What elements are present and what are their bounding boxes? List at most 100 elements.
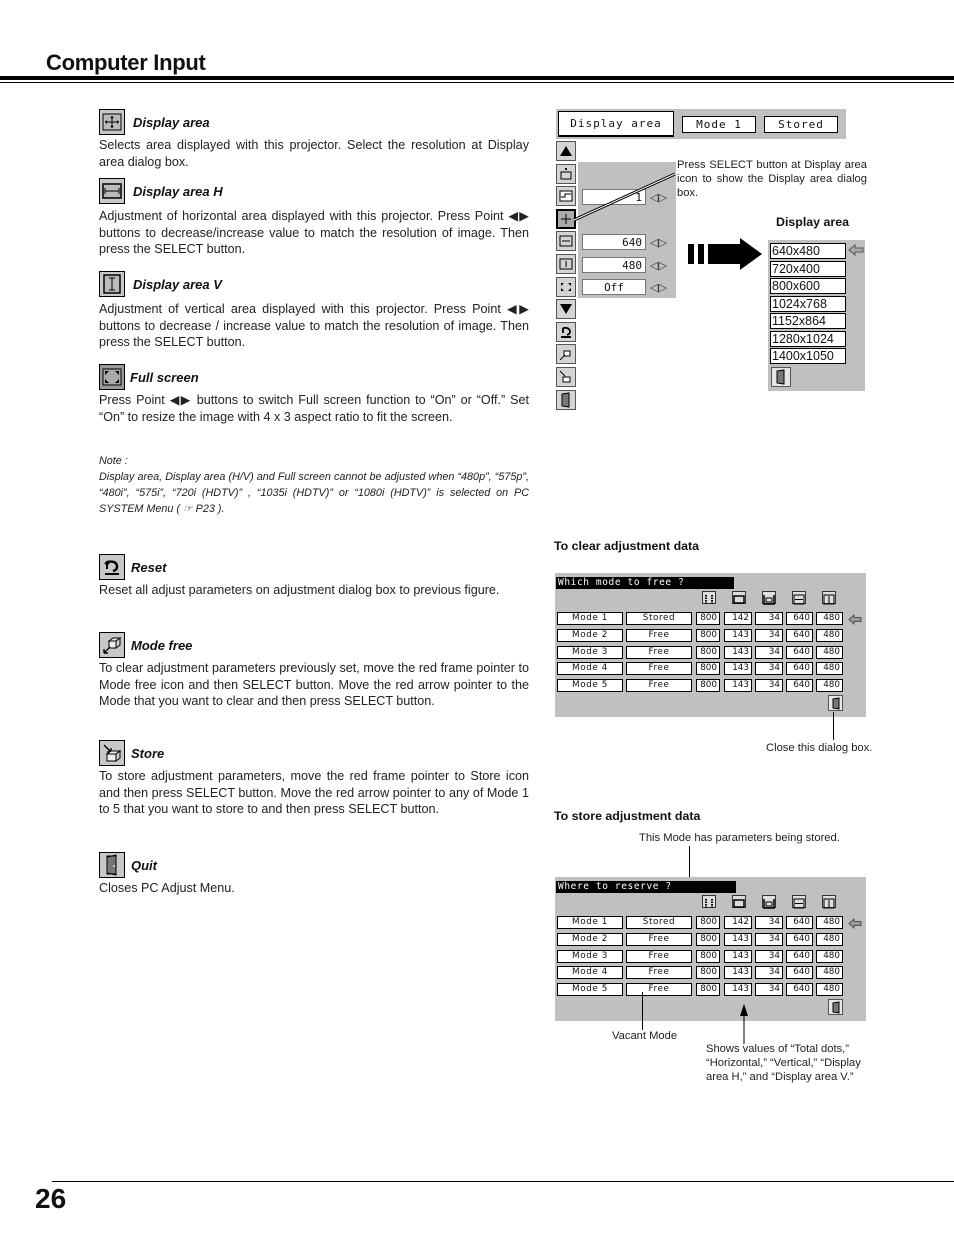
section-title: Display area: [133, 114, 210, 130]
horizontal-icon: [732, 591, 746, 604]
mode-value: 143: [724, 645, 752, 659]
section-text: Selects area displayed with this project…: [99, 138, 529, 169]
mode-value: 143: [724, 949, 752, 963]
mode-value: 143: [724, 662, 752, 676]
resolution-option[interactable]: 1024x768: [770, 295, 846, 312]
section-display-area: Display area Selects area displayed with…: [99, 109, 529, 170]
pointer-arrow-icon: [848, 244, 864, 256]
scroll-down-icon[interactable]: [556, 299, 576, 320]
quit-dialog-icon[interactable]: [828, 695, 843, 711]
pointer-arrow-icon: [848, 916, 862, 934]
quit-icon: [99, 852, 125, 878]
lr-arrows-icon[interactable]: ◁▷: [650, 234, 670, 250]
quit-menu-icon[interactable]: [556, 389, 576, 410]
section-reset: Reset Reset all adjust parameters on adj…: [99, 554, 529, 599]
mode-value: 640: [786, 679, 813, 693]
display-area-h-icon: [792, 895, 806, 909]
section-title: Display area H: [133, 183, 223, 199]
mode-label[interactable]: Mode 1: [557, 916, 623, 929]
dialog-title: Which mode to free ?: [556, 577, 734, 589]
section-title: Mode free: [131, 637, 193, 653]
section-display-area-v: Display area V Adjustment of vertical ar…: [99, 271, 529, 351]
section-text: Adjustment of horizontal area displayed …: [99, 209, 529, 256]
lr-arrows-icon[interactable]: ◁▷: [650, 279, 670, 295]
vacant-caption: Vacant Mode: [612, 1030, 678, 1042]
reset-menu-icon[interactable]: [556, 321, 576, 342]
tab-display-area[interactable]: Display area: [558, 111, 674, 137]
resolution-option[interactable]: 800x600: [770, 278, 846, 294]
section-display-area-h: Display area H Adjustment of horizontal …: [99, 178, 529, 258]
mode-value: 142: [724, 612, 752, 625]
mode-value: 34: [755, 645, 783, 659]
menu-callout: Press SELECT button at Display area icon…: [677, 159, 867, 199]
mode-label[interactable]: Mode 4: [557, 662, 623, 676]
total-dots-icon: [702, 591, 716, 604]
full-screen-menu-icon[interactable]: [556, 276, 576, 297]
mode-label[interactable]: Mode 3: [557, 645, 623, 659]
mode-value: 480: [816, 612, 843, 625]
section-store: Store To store adjustment parameters, mo…: [99, 740, 529, 818]
note: Note : Display area, Display area (H/V) …: [99, 453, 529, 517]
mode-value: 34: [755, 949, 783, 963]
mode-value: 800: [696, 628, 720, 642]
section-title: Full screen: [130, 369, 199, 385]
mode-status: Stored: [626, 916, 692, 929]
clear-heading: To clear adjustment data: [554, 539, 700, 553]
mode-label[interactable]: Mode 4: [557, 966, 623, 980]
display-area-dialog-title: Display area: [776, 215, 850, 229]
section-title: Display area V: [133, 276, 222, 292]
display-area-v-icon: [822, 895, 836, 909]
mode-value: 800: [696, 645, 720, 659]
resolution-option[interactable]: 640x480: [770, 243, 846, 259]
mode-value: 480: [816, 966, 843, 980]
mode-free-icon: [99, 632, 125, 658]
resolution-option[interactable]: 720x400: [770, 260, 846, 277]
mode-value: 480: [816, 916, 843, 929]
full-screen-icon: [99, 364, 125, 390]
full-screen-value: Off: [582, 279, 646, 295]
vertical-icon: [762, 591, 776, 605]
mode-status: Free: [626, 628, 692, 642]
mode-value: 640: [786, 645, 813, 659]
mode-value: 143: [724, 983, 752, 997]
mode-value: 800: [696, 983, 720, 997]
mode-value: 34: [755, 612, 783, 625]
mode-label[interactable]: Mode 3: [557, 949, 623, 963]
mode-status: Free: [626, 679, 692, 693]
resolution-option[interactable]: 1152x864: [770, 313, 846, 329]
mode-status: Free: [626, 662, 692, 676]
mode-free-menu-icon[interactable]: [556, 344, 576, 365]
mode-label[interactable]: Mode 2: [557, 628, 623, 642]
display-area-h-icon: [99, 178, 125, 204]
mode-value: 34: [755, 983, 783, 997]
values-caption: Shows values of “Total dots,” “Horizonta…: [706, 1043, 861, 1083]
resolution-option[interactable]: 1400x1050: [770, 348, 846, 364]
note-label: Note :: [99, 455, 128, 467]
resolution-option[interactable]: 1280x1024: [770, 330, 846, 347]
leader-line: [642, 992, 643, 1030]
stored-caption: This Mode has parameters being stored.: [639, 832, 840, 844]
page-number: 26: [35, 1183, 67, 1214]
mode-value: 640: [786, 966, 813, 980]
mode-value: 800: [696, 679, 720, 693]
total-dots-icon: [702, 895, 716, 908]
display-area-v-menu-icon[interactable]: [556, 253, 576, 274]
store-menu-icon[interactable]: [556, 366, 576, 387]
mode-label[interactable]: Mode 5: [557, 983, 623, 997]
store-heading: To store adjustment data: [554, 809, 701, 823]
mode-label[interactable]: Mode 2: [557, 932, 623, 946]
scroll-up-icon[interactable]: [556, 141, 576, 161]
display-area-h-menu-icon[interactable]: [556, 231, 576, 252]
mode-label[interactable]: Mode 1: [557, 612, 623, 625]
mode-label[interactable]: Mode 5: [557, 679, 623, 693]
mode-value: 143: [724, 628, 752, 642]
quit-dialog-icon[interactable]: [828, 999, 843, 1015]
display-area-v-value: 480: [582, 257, 646, 273]
lr-arrows-icon[interactable]: ◁▷: [650, 257, 670, 273]
mode-value: 34: [755, 932, 783, 946]
quit-dialog-icon[interactable]: [771, 367, 791, 387]
menu-bar: Display area Mode 1 Stored: [556, 109, 846, 139]
mode-status: Free: [626, 645, 692, 659]
mode-value: 34: [755, 628, 783, 642]
mode-value: 34: [755, 679, 783, 693]
